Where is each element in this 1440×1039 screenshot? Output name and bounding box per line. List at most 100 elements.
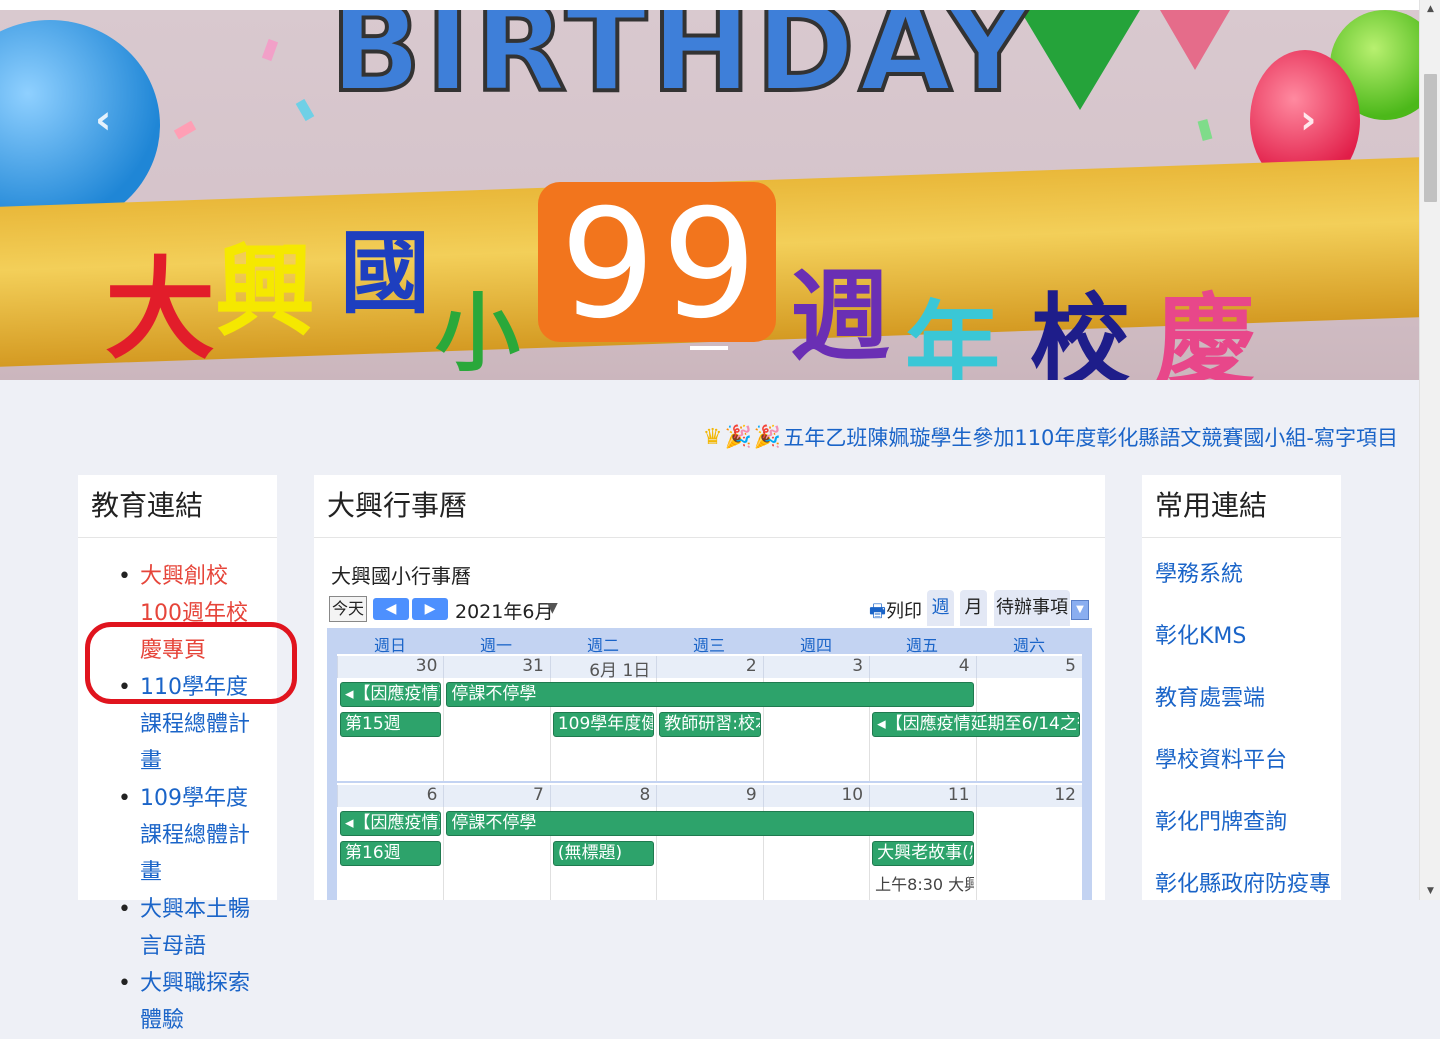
day-number[interactable]: 6 (337, 785, 444, 807)
print-button[interactable]: 🖶列印 (869, 597, 922, 629)
carousel-indicator[interactable] (690, 346, 728, 350)
banner-carousel[interactable]: BIRTHDAY 大 興 國 小 99 週 年 校 慶 ‹ › (0, 10, 1419, 380)
scroll-down-icon[interactable]: ▼ (1420, 884, 1440, 898)
confetti-image (295, 98, 315, 122)
calendar-toolbar: 今天 ◀ ▶ 2021年6月 ▼ 🖶列印 週 月 待辦事項 ▼ (329, 590, 1091, 629)
calendar-event[interactable]: ◂【因應疫情延 (340, 811, 442, 836)
calendar-event[interactable]: 大興老故事(感 (872, 841, 974, 866)
calendar-event[interactable]: 停課不停學 (446, 811, 974, 836)
banner-char: 週 (790, 258, 890, 375)
banner-char: 校 (1030, 283, 1130, 380)
link-native-language[interactable]: 大興本土暢言母語 (118, 891, 268, 965)
tab-month[interactable]: 月 (960, 590, 987, 626)
day-number[interactable]: 4 (869, 656, 976, 678)
current-month-label[interactable]: 2021年6月 (455, 597, 553, 624)
confetti-image (261, 38, 279, 62)
day-number[interactable]: 6月 1日 (549, 656, 657, 681)
day-header: 週日 (373, 636, 406, 655)
calendar-event[interactable]: 停課不停學 (446, 682, 974, 707)
day-number[interactable]: 5 (975, 656, 1082, 678)
day-number[interactable]: 30 (337, 656, 444, 678)
tab-week[interactable]: 週 (927, 590, 954, 626)
day-number[interactable]: 12 (975, 785, 1082, 807)
blue-balloon-image (0, 20, 160, 230)
day-of-week-header: 週日 週一 週二 週三 週四 週五 週六 (327, 628, 1092, 655)
common-links-panel: 常用連結 學務系統 彰化KMS 教育處雲端 學校資料平台 彰化門牌查詢 彰化縣政… (1142, 475, 1341, 900)
scroll-thumb[interactable] (1424, 74, 1437, 202)
confetti-image (173, 120, 197, 140)
day-header: 週五 (905, 636, 938, 655)
birthday-text: BIRTHDAY (328, 10, 1036, 121)
calendar-event[interactable]: (無標題) (552, 841, 655, 866)
day-number[interactable]: 9 (656, 785, 763, 807)
calendar-event[interactable]: 第15週 (340, 712, 442, 737)
party-popper-icon: 🎉 (724, 424, 752, 450)
carousel-next-icon[interactable]: › (1300, 100, 1316, 140)
education-links-list: 大興創校100週年校慶專頁 110學年度課程總體計畫 109學年度課程總體計畫 … (78, 538, 277, 1039)
day-header: 週六 (1012, 636, 1045, 655)
today-button[interactable]: 今天 (329, 596, 367, 622)
month-dropdown-icon[interactable]: ▼ (547, 600, 558, 616)
day-header: 週三 (692, 636, 725, 655)
day-number[interactable]: 3 (762, 656, 870, 678)
next-month-button[interactable]: ▶ (412, 598, 448, 620)
scroll-up-icon[interactable]: ▲ (1420, 2, 1440, 16)
print-label: 列印 (886, 601, 922, 622)
day-header: 週二 (586, 636, 619, 655)
calendar-event-text[interactable]: 上午8:30 大興老 (875, 871, 973, 895)
birthday-heading: BIRTHDAY (328, 10, 1036, 121)
calendar-event[interactable]: 109學年度健康 (552, 712, 655, 737)
anniversary-number: 99 (560, 178, 763, 352)
day-number[interactable]: 11 (869, 785, 976, 807)
calendar-name: 大興國小行事曆 (331, 564, 471, 588)
page-scrollbar[interactable]: ▲ ▼ (1419, 0, 1440, 900)
news-ticker[interactable]: ♛ 🎉 🎉 五年乙班陳姵璇學生參加110年度彰化縣語文競賽國小組-寫字項目 (703, 422, 1398, 452)
calendar-grid: 週日 週一 週二 週三 週四 週五 週六 30 31 6月 1日 2 3 4 5 ◂【因應疫情… (327, 628, 1092, 900)
panel-title: 常用連結 (1142, 475, 1341, 538)
pink-flag-image (1160, 10, 1230, 70)
day-divider (443, 807, 445, 900)
banner-char: 慶 (1155, 283, 1255, 380)
day-divider (975, 807, 977, 900)
tab-agenda[interactable]: 待辦事項 (994, 590, 1070, 626)
annotation-highlight-circle (85, 622, 297, 704)
calendar-event[interactable]: ◂【因應疫情延 (340, 682, 442, 707)
link-address-lookup[interactable]: 彰化門牌查詢 (1155, 808, 1341, 870)
calendar-event[interactable]: 教師研習:校本 (659, 712, 761, 737)
green-flag-image (1020, 10, 1140, 110)
link-changhua-kms[interactable]: 彰化KMS (1155, 622, 1341, 684)
calendar-options-dropdown-icon[interactable]: ▼ (1071, 600, 1089, 620)
calendar-week-row: 6789101112 ◂【因應疫情延停課不停學第16週 (無標題) 大興老故事(感上午… (337, 783, 1082, 900)
link-school-data-platform[interactable]: 學校資料平台 (1155, 746, 1341, 808)
carousel-prev-icon[interactable]: ‹ (95, 100, 111, 140)
link-career-exploration[interactable]: 大興職探索體驗 (118, 965, 268, 1039)
day-divider (443, 678, 445, 781)
day-number[interactable]: 8 (549, 785, 657, 807)
day-header: 週一 (479, 636, 512, 655)
banner-char: 興 (215, 233, 315, 350)
link-109-curriculum[interactable]: 109學年度課程總體計畫 (118, 780, 268, 891)
banner-char: 大 (105, 246, 215, 374)
day-number[interactable]: 7 (443, 785, 550, 807)
confetti-image (1197, 119, 1213, 141)
top-edge (0, 0, 1440, 10)
link-education-cloud[interactable]: 教育處雲端 (1155, 684, 1341, 746)
day-header: 週四 (799, 636, 832, 655)
calendar-event[interactable]: 第16週 (340, 841, 442, 866)
banner-char: 國 (340, 221, 430, 326)
day-number[interactable]: 2 (656, 656, 763, 678)
banner-char: 年 (905, 292, 1001, 380)
panel-title: 教育連結 (78, 475, 277, 538)
prev-month-button[interactable]: ◀ (373, 598, 409, 620)
calendar-event[interactable]: ◂【因應疫情延期至6/14之後】全 (872, 712, 1080, 737)
link-county-epidemic[interactable]: 彰化縣政府防疫專 (1155, 870, 1341, 932)
calendar-week-row: 30316月 1日2345 ◂【因應疫情延停課不停學第15週 109學年度健康教師研… (337, 654, 1082, 781)
day-number[interactable]: 31 (443, 656, 550, 678)
link-student-affairs[interactable]: 學務系統 (1155, 560, 1341, 622)
printer-icon: 🖶 (869, 601, 886, 622)
banner-char: 小 (435, 285, 521, 380)
common-links-list: 學務系統 彰化KMS 教育處雲端 學校資料平台 彰化門牌查詢 彰化縣政府防疫專 (1142, 538, 1341, 932)
day-number[interactable]: 10 (762, 785, 870, 807)
panel-title: 大興行事曆 (314, 475, 1105, 538)
news-headline-link[interactable]: 五年乙班陳姵璇學生參加110年度彰化縣語文競賽國小組-寫字項目 (783, 422, 1398, 452)
